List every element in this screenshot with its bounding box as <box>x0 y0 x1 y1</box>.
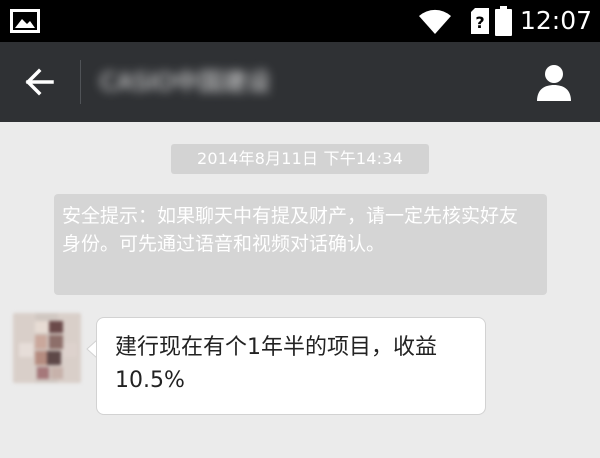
person-icon[interactable] <box>528 60 580 104</box>
sim-unknown-icon: ? <box>471 8 489 34</box>
back-arrow-icon[interactable] <box>12 60 64 104</box>
chat-title: CASIO中国建设 <box>100 68 271 96</box>
status-bar: ? 12:07 <box>0 0 600 42</box>
battery-icon <box>495 6 512 36</box>
svg-text:?: ? <box>475 13 484 32</box>
status-time: 12:07 <box>520 6 593 35</box>
title-divider <box>80 60 81 104</box>
avatar[interactable] <box>13 313 81 383</box>
incoming-message-bubble[interactable]: 建行现在有个1年半的项目，收益10.5% <box>96 317 486 415</box>
wifi-icon <box>419 9 451 34</box>
gallery-icon <box>10 9 40 33</box>
title-bar: CASIO中国建设 <box>0 42 600 122</box>
security-notice: 安全提示：如果聊天中有提及财产，请一定先核实好友身份。可先通过语音和视频对话确认… <box>54 194 547 295</box>
message-timestamp: 2014年8月11日 下午14:34 <box>171 144 429 174</box>
